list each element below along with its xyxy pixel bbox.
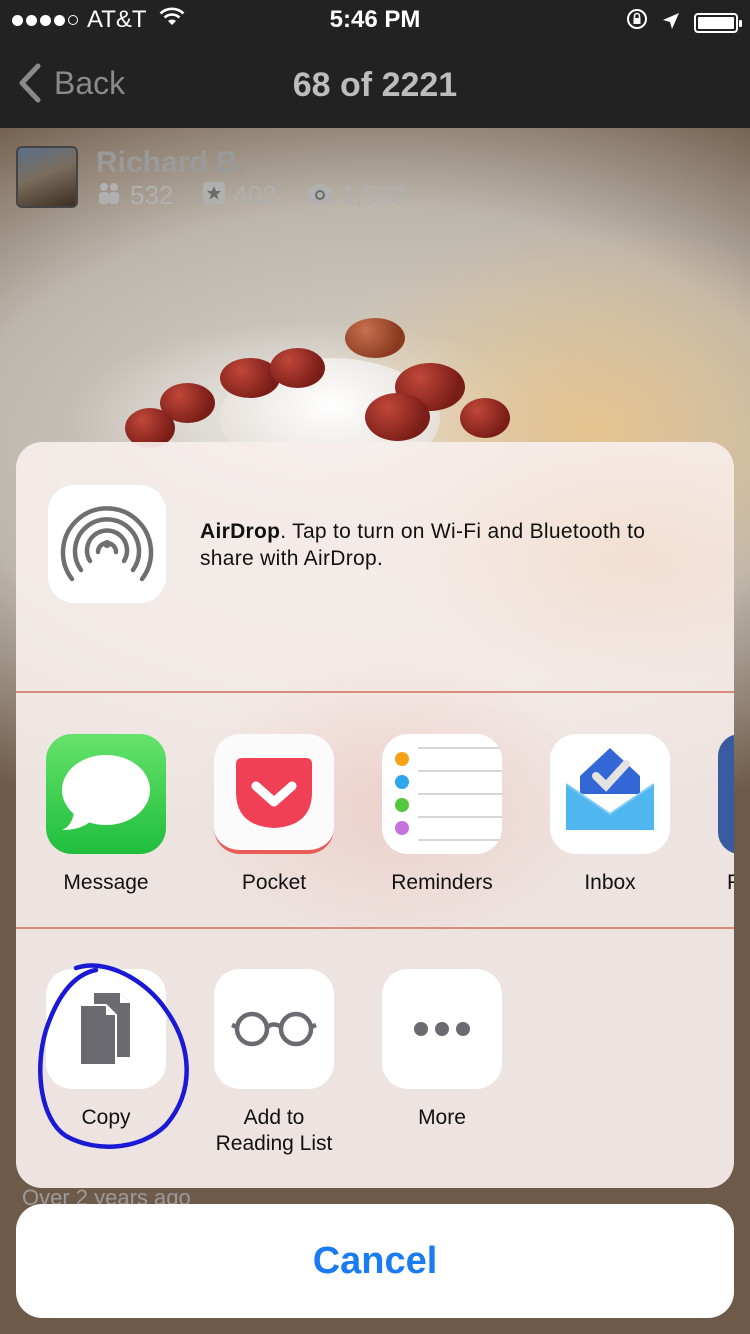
share-app-facebook[interactable]: F	[703, 734, 734, 896]
location-arrow-icon	[662, 9, 680, 37]
action-label: Add to Reading List	[215, 1106, 333, 1155]
share-app-label: Pocket	[241, 871, 307, 894]
share-app-label: Inbox	[584, 871, 636, 894]
friends-count: 532	[130, 180, 174, 210]
friends-icon	[96, 180, 122, 211]
divider	[16, 691, 734, 693]
airdrop-icon[interactable]	[48, 485, 166, 603]
action-more[interactable]: More	[367, 969, 517, 1131]
user-stats: 532 402 1,500	[96, 180, 406, 211]
page-title: 68 of 2221	[292, 66, 458, 104]
airdrop-message: AirDrop. Tap to turn on Wi-Fi and Blueto…	[200, 518, 700, 572]
action-label: More	[418, 1106, 466, 1129]
airdrop-section[interactable]: AirDrop. Tap to turn on Wi-Fi and Blueto…	[16, 442, 734, 692]
pocket-icon	[214, 734, 334, 854]
share-app-label: Reminders	[391, 871, 493, 894]
share-app-inbox[interactable]: Inbox	[535, 734, 685, 896]
photo-bean	[460, 398, 510, 438]
more-icon	[382, 969, 502, 1089]
message-icon	[46, 734, 166, 854]
camera-icon	[307, 180, 333, 211]
glasses-icon	[214, 969, 334, 1089]
status-bar: AT&T 5:46 PM	[0, 0, 750, 40]
avatar[interactable]	[16, 146, 78, 208]
share-app-label: Message	[63, 871, 149, 894]
share-app-label: F	[727, 871, 734, 894]
share-app-pocket[interactable]: Pocket	[199, 734, 349, 896]
photo-bean	[270, 348, 325, 388]
airdrop-title: AirDrop	[200, 520, 281, 543]
photo-bean	[365, 393, 430, 441]
share-app-reminders[interactable]: Reminders	[367, 734, 517, 896]
battery-icon	[694, 12, 742, 33]
user-name[interactable]: Richard B.	[96, 146, 246, 180]
annotation-circle	[38, 963, 189, 1149]
nav-bar: Back 68 of 2221	[0, 40, 750, 128]
cancel-button[interactable]: Cancel	[16, 1204, 734, 1318]
status-right	[626, 8, 742, 37]
reminders-icon	[382, 734, 502, 854]
photo-bean	[345, 318, 405, 358]
inbox-icon	[550, 734, 670, 854]
reviews-count: 402	[233, 180, 277, 210]
rotation-lock-icon	[626, 8, 648, 37]
photos-count: 1,500	[340, 180, 406, 210]
facebook-icon	[718, 734, 734, 854]
star-icon	[203, 180, 226, 211]
divider	[16, 927, 734, 929]
action-add-to-reading-list[interactable]: Add to Reading List	[199, 969, 349, 1157]
share-app-message[interactable]: Message	[31, 734, 181, 896]
